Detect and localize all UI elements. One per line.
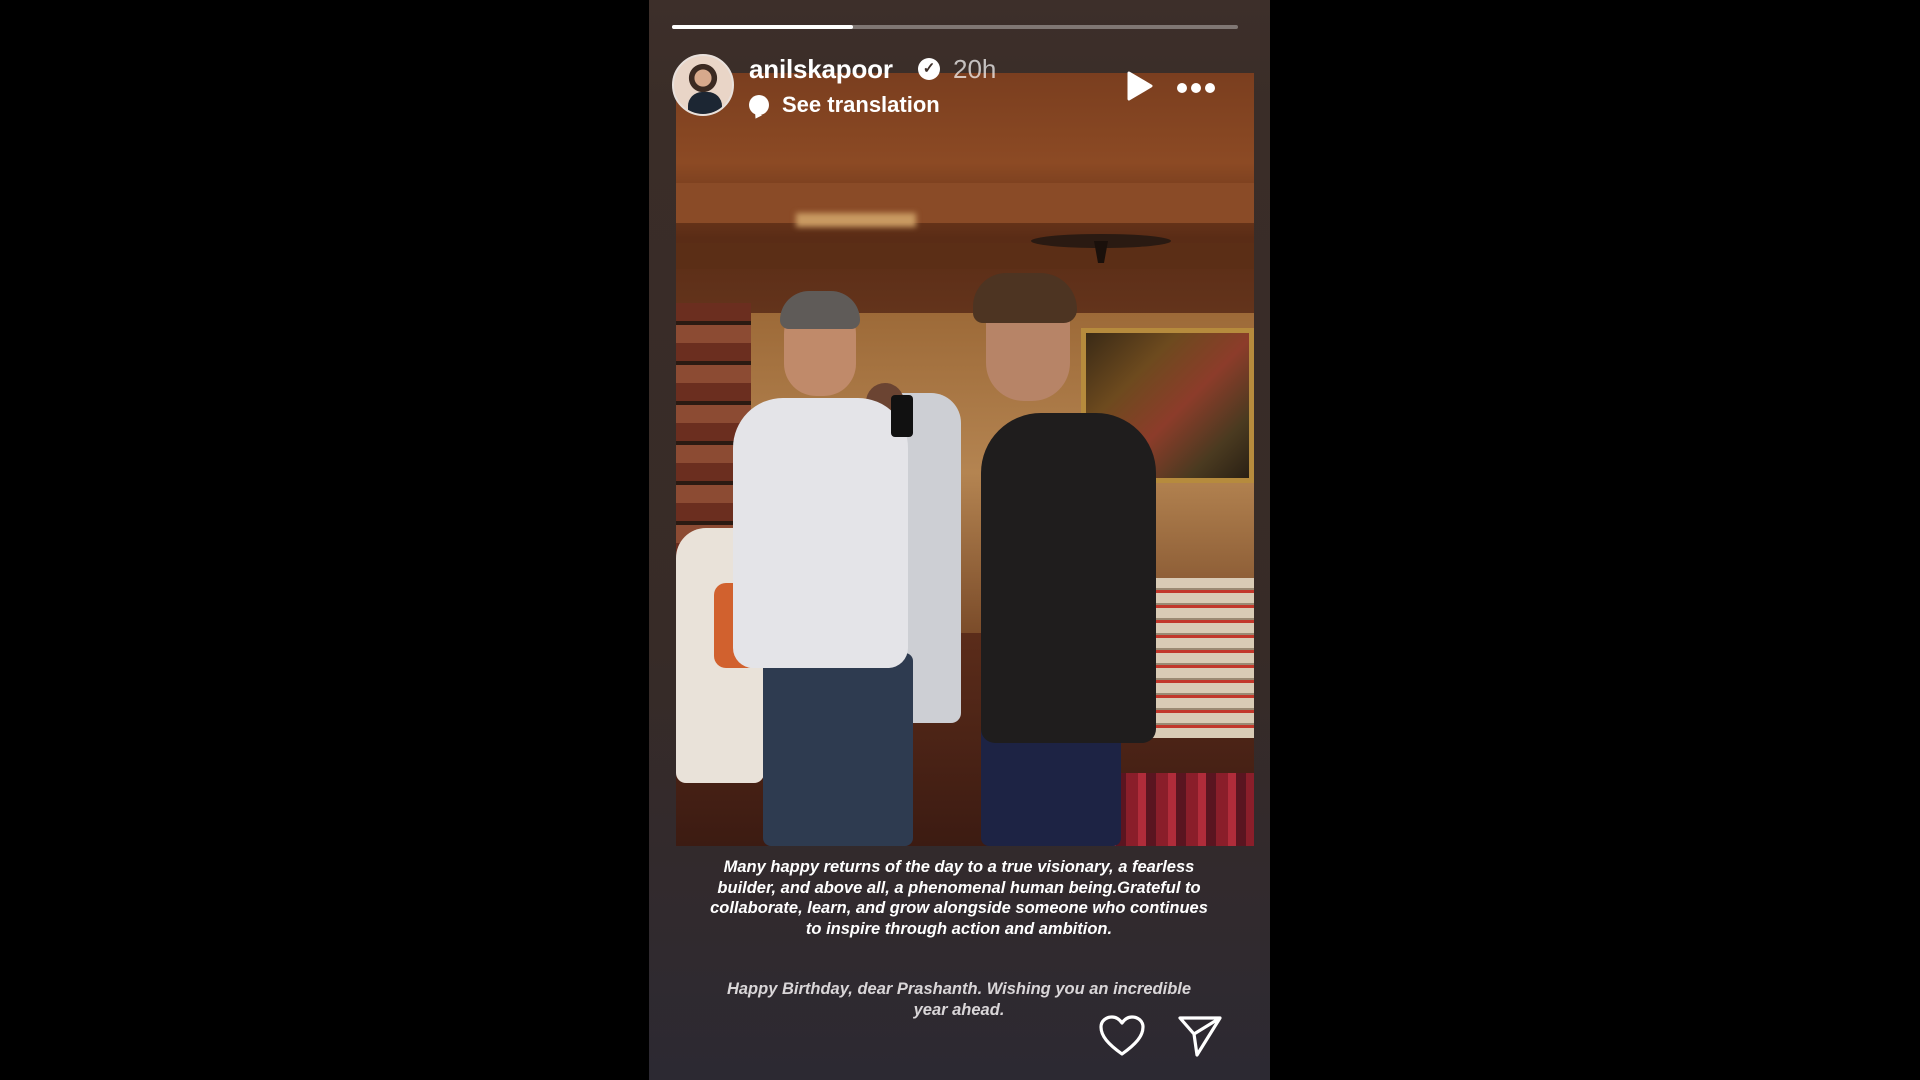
person-with-phone	[733, 398, 908, 668]
see-translation-label: See translation	[782, 92, 940, 117]
ceiling-fan	[1031, 234, 1171, 263]
story-progress-bar	[672, 25, 1238, 29]
story-header: anilskapoor ✓ 20h See translation	[672, 50, 1247, 120]
send-icon[interactable]	[1177, 1014, 1223, 1058]
post-time: 20h	[953, 54, 997, 84]
play-icon[interactable]	[1121, 69, 1155, 103]
avatar[interactable]	[672, 54, 734, 116]
more-icon	[1177, 83, 1187, 93]
more-options-button[interactable]	[1177, 80, 1221, 94]
story-caption: Many happy returns of the day to a true …	[710, 858, 1208, 938]
story-viewer: anilskapoor ✓ 20h See translation Many h…	[649, 0, 1270, 1080]
story-photo	[676, 73, 1254, 846]
book-stack	[1151, 578, 1254, 738]
person-in-jacket	[981, 413, 1156, 743]
story-progress-fill	[672, 25, 854, 29]
username[interactable]: anilskapoor	[749, 54, 893, 85]
heart-icon[interactable]	[1098, 1014, 1146, 1058]
speech-bubble-icon	[749, 95, 769, 115]
verified-badge-icon: ✓	[918, 58, 940, 80]
phone	[891, 395, 913, 437]
